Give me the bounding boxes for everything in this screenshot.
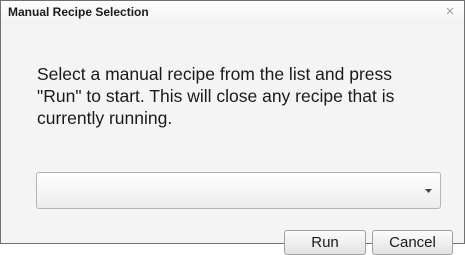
cancel-button[interactable]: Cancel bbox=[372, 230, 453, 255]
run-button[interactable]: Run bbox=[284, 230, 366, 255]
dialog-title: Manual Recipe Selection bbox=[8, 5, 149, 19]
close-icon bbox=[444, 5, 456, 17]
dialog-message: Select a manual recipe from the list and… bbox=[37, 64, 395, 128]
close-button[interactable] bbox=[444, 5, 456, 17]
manual-recipe-dialog: Manual Recipe Selection Select a manual … bbox=[0, 0, 465, 255]
dialog-content: Select a manual recipe from the list and… bbox=[1, 23, 464, 255]
dialog-titlebar: Manual Recipe Selection bbox=[1, 1, 464, 23]
recipe-select-dropdown[interactable] bbox=[36, 172, 441, 209]
chevron-down-icon bbox=[425, 189, 432, 193]
